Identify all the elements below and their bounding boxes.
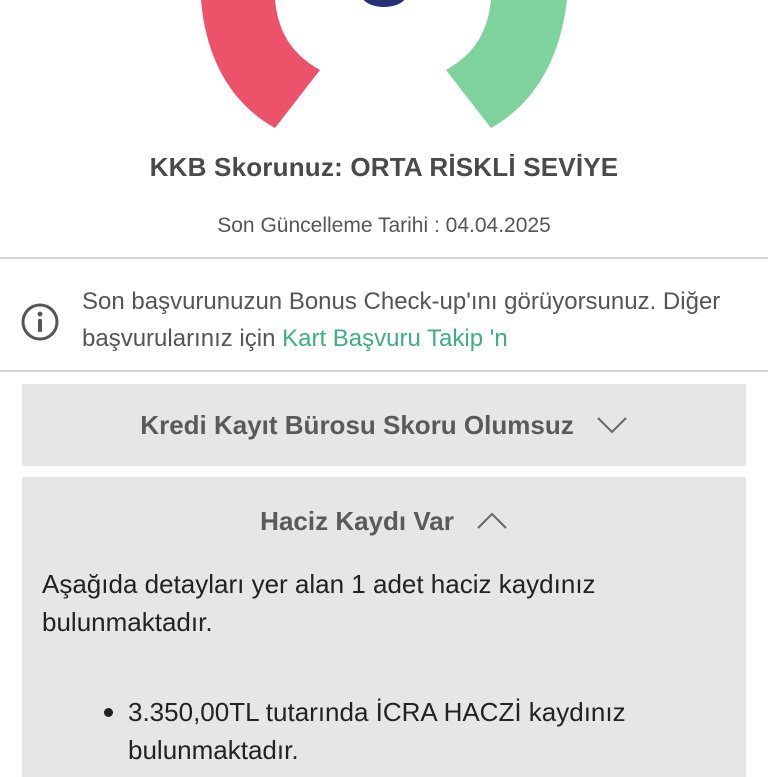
info-banner: Son başvurunuzun Bonus Check-up'ını görü…: [0, 262, 768, 370]
accordion-body-haciz: Aşağıda detayları yer alan 1 adet haciz …: [22, 565, 746, 769]
bullet-icon: [104, 708, 113, 717]
accordion-title: Haciz Kaydı Var: [260, 505, 454, 536]
haciz-summary-text: Aşağıda detayları yer alan 1 adet haciz …: [42, 569, 596, 637]
list-item: 3.350,00TL tutarında İCRA HACZİ kaydınız…: [42, 693, 726, 769]
last-update-date: Son Güncelleme Tarihi : 04.04.2025: [217, 214, 551, 237]
gauge-red-segment: [201, 0, 320, 128]
accordion-kkb-score: Kredi Kayıt Bürosu Skoru Olumsuz: [22, 384, 746, 466]
accordion-haciz: Haciz Kaydı Var Aşağıda detayları yer al…: [22, 477, 746, 777]
divider-top: [0, 257, 768, 259]
chevron-down-icon: [596, 417, 627, 434]
score-title: KKB Skorunuz: ORTA RİSKLİ SEVİYE: [149, 152, 619, 182]
accordion-header-kkb-score[interactable]: Kredi Kayıt Bürosu Skoru Olumsuz: [22, 384, 746, 466]
info-icon: [21, 303, 59, 341]
card-application-tracking-link[interactable]: Kart Başvuru Takip 'n: [282, 325, 508, 352]
divider-bottom: [0, 370, 768, 372]
info-text: Son başvurunuzun Bonus Check-up'ını görü…: [82, 283, 752, 357]
chevron-up-icon: [477, 512, 507, 529]
score-gauge: [201, 0, 567, 128]
gauge-green-segment: [446, 0, 567, 128]
accordion-title: Kredi Kayıt Bürosu Skoru Olumsuz: [140, 409, 574, 440]
gauge-needle-hub: [363, 0, 405, 7]
accordion-header-haciz[interactable]: Haciz Kaydı Var: [22, 477, 746, 565]
haciz-detail-text: 3.350,00TL tutarında İCRA HACZİ kaydınız…: [128, 697, 626, 765]
